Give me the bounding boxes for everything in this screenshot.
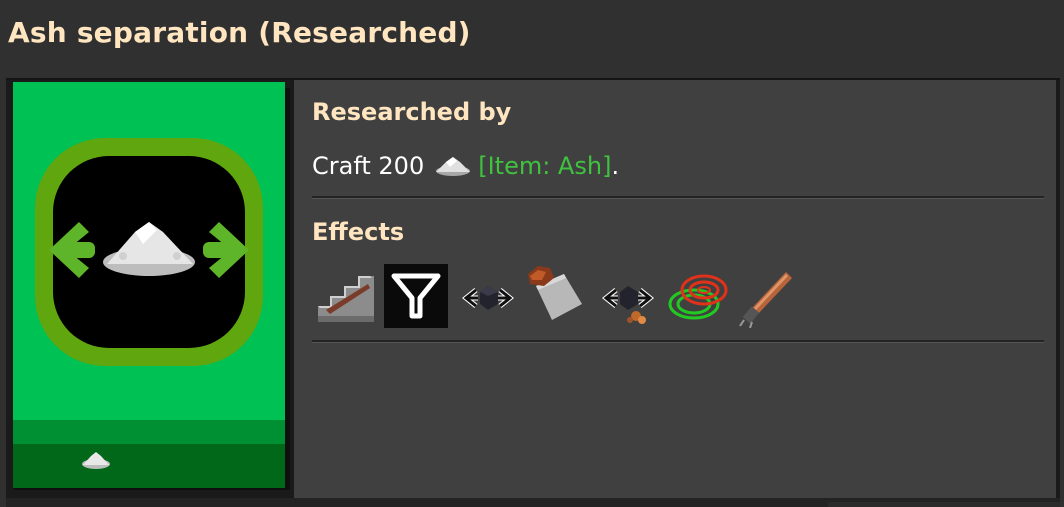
divider	[312, 196, 1044, 199]
divider	[312, 340, 1044, 343]
card-cost-band	[13, 444, 285, 488]
ash-separation-icon	[35, 138, 263, 366]
coal-separation-icon[interactable]	[456, 264, 520, 328]
iron-ore-on-plate-icon[interactable]	[522, 264, 586, 328]
stair-tiles-icon[interactable]	[312, 264, 376, 328]
window-title: Ash separation (Researched)	[8, 16, 471, 49]
funnel-icon[interactable]	[384, 264, 448, 328]
ash-icon	[82, 452, 110, 469]
red-green-wire-icon[interactable]	[666, 264, 730, 328]
item-link[interactable]: [Item: Ash]	[478, 152, 611, 180]
card-band	[13, 420, 285, 444]
technology-frame: Researched by Craft 200 [Item: Ash] . Ef…	[6, 78, 1060, 500]
copper-cable-tool-icon[interactable]	[734, 264, 798, 328]
coal-copper-separation-icon[interactable]	[596, 264, 660, 328]
research-trigger: Craft 200 [Item: Ash] .	[312, 152, 619, 180]
bottom-bar-segment	[828, 502, 1060, 507]
trigger-suffix: .	[611, 152, 620, 180]
technology-card[interactable]	[13, 82, 285, 488]
researched-by-heading: Researched by	[312, 98, 512, 126]
technology-details: Researched by Craft 200 [Item: Ash] . Ef…	[294, 80, 1056, 500]
effects-heading: Effects	[312, 218, 405, 246]
ash-icon	[436, 157, 471, 176]
trigger-text: Craft 200	[312, 152, 425, 180]
